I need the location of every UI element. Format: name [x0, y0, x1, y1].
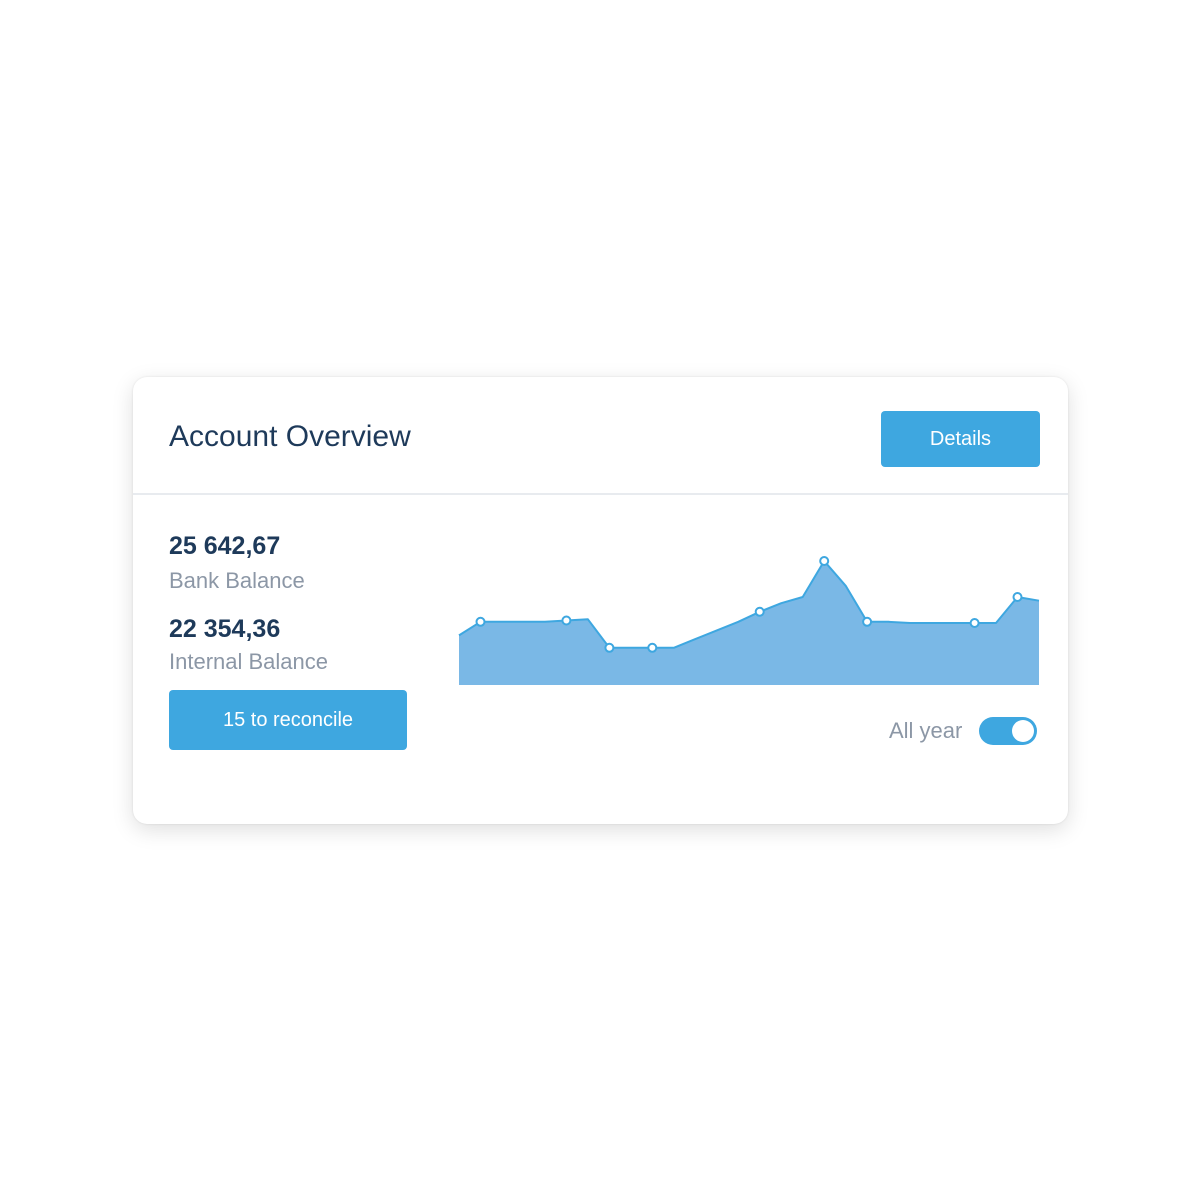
internal-balance-label: Internal Balance	[169, 649, 328, 674]
bank-balance-label: Bank Balance	[169, 568, 305, 593]
all-year-label: All year	[889, 718, 963, 743]
all-year-toggle[interactable]	[979, 717, 1037, 745]
toggle-knob	[1012, 720, 1034, 742]
chart-point	[561, 615, 572, 626]
reconcile-button[interactable]: 15 to reconcile	[169, 690, 407, 750]
balance-area-chart	[458, 556, 1040, 685]
card-header: Account Overview Details	[133, 377, 1068, 495]
chart-point	[475, 616, 486, 627]
details-button[interactable]: Details	[881, 411, 1040, 467]
chart-point	[969, 618, 980, 628]
chart-point	[754, 606, 765, 617]
chart-point	[1012, 592, 1023, 602]
chart-point	[819, 556, 830, 566]
chart-point	[862, 616, 873, 627]
bank-balance-value: 25 642,67	[169, 532, 281, 560]
account-overview-card: Account Overview Details 25 642,67 Bank …	[133, 377, 1068, 824]
card-title: Account Overview	[169, 420, 411, 453]
chart-point	[604, 642, 615, 653]
chart-point	[647, 642, 658, 653]
internal-balance-value: 22 354,36	[169, 615, 281, 643]
